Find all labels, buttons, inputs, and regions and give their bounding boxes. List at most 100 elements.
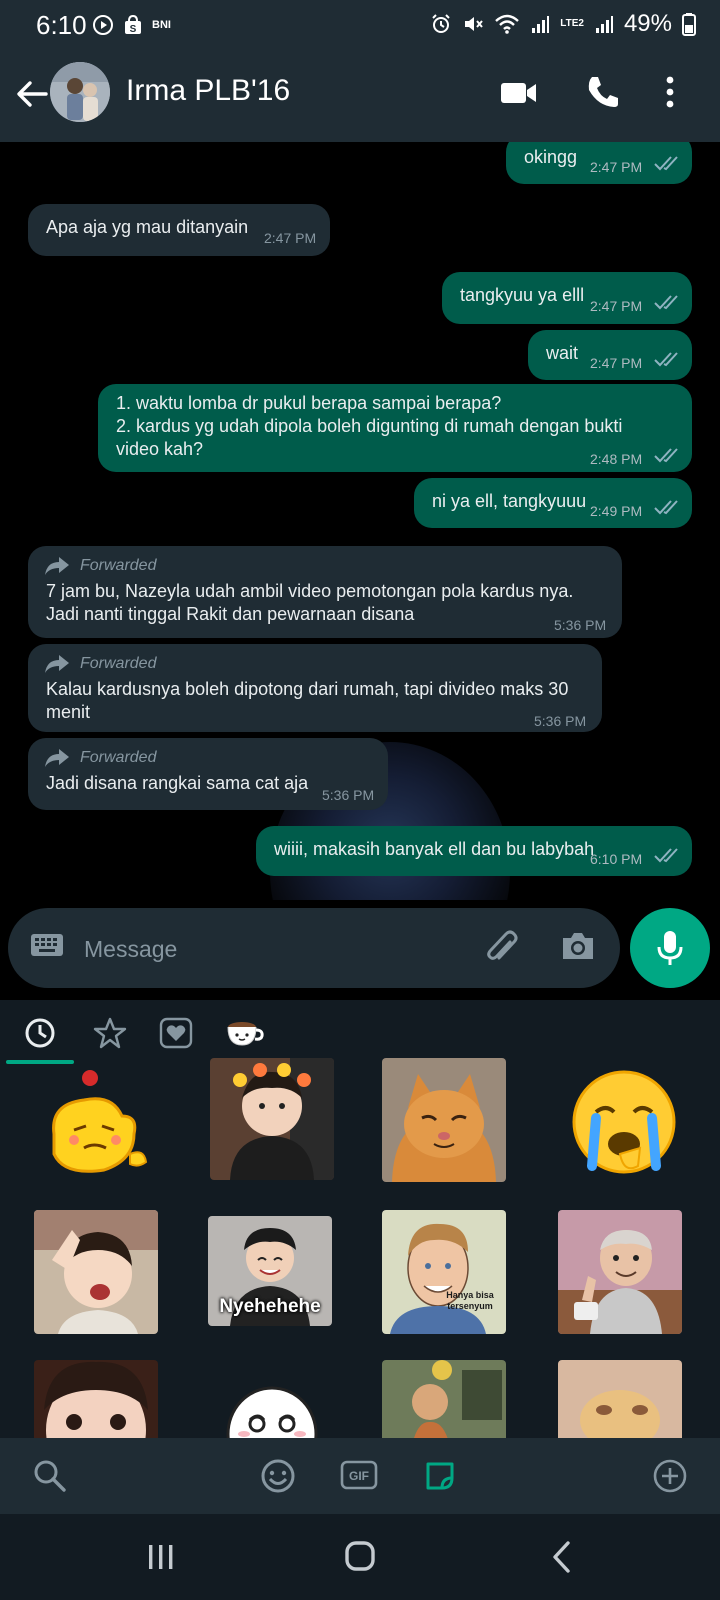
svg-text:GIF: GIF [349, 1469, 369, 1483]
alarm-icon [432, 14, 450, 33]
message-text: ni ya ell, tangkyuuu [432, 491, 587, 511]
read-ticks-icon [654, 156, 678, 171]
signal-icon-2 [595, 16, 613, 33]
outgoing-message[interactable]: okingg 2:47 PM [506, 142, 692, 184]
status-notification-icons: S BNI [92, 14, 171, 36]
message-time: 5:36 PM [322, 787, 375, 803]
back-nav-icon[interactable] [550, 1540, 574, 1574]
outgoing-message[interactable]: tangkyuu ya elll 2:47 PM [442, 272, 692, 324]
incoming-message[interactable]: Apa aja yg mau ditanyain 2:47 PM [28, 204, 330, 256]
microphone-icon [657, 931, 683, 965]
message-text: 7 jam bu, Nazeyla udah ambil video pemot… [46, 581, 579, 624]
outgoing-message[interactable]: wiiii, makasih banyak ell dan bu labybah… [256, 826, 692, 876]
sticker-man-laughing[interactable]: Nyehehehe [208, 1216, 332, 1326]
forwarded-label: Forwarded [44, 554, 156, 577]
sticker-blurred-animal[interactable] [558, 1360, 682, 1438]
shopping-bag-icon: S [125, 14, 141, 35]
forward-arrow-icon [45, 654, 69, 673]
sticker-white-blob-face[interactable] [210, 1360, 334, 1438]
sticker-people-scene[interactable] [382, 1360, 506, 1438]
mute-icon [465, 17, 484, 31]
sticker-panel: Nyehehehe Hanya bisa tersenyum [0, 1000, 720, 1438]
svg-text:S: S [130, 24, 137, 35]
message-text: okingg [524, 147, 578, 167]
bank-notification-label: BNI [152, 19, 171, 31]
message-time: 2:48 PM [590, 451, 643, 467]
message-time: 2:47 PM [590, 298, 643, 314]
incoming-forwarded-message[interactable]: Forwarded Kalau kardusnya boleh dipotong… [28, 644, 602, 732]
message-composer [8, 908, 620, 988]
outgoing-message[interactable]: ni ya ell, tangkyuuu 2:49 PM [414, 478, 692, 528]
add-icon[interactable] [652, 1458, 688, 1494]
coffee-cup-icon [227, 1022, 264, 1046]
sticker-orange-cat[interactable] [382, 1058, 506, 1182]
contact-name[interactable]: Irma PLB'16 [126, 74, 290, 108]
emoji-icon[interactable] [260, 1458, 296, 1494]
sticker-child-laughing[interactable] [34, 1210, 158, 1334]
message-text: wiiii, makasih banyak ell dan bu labybah [274, 839, 595, 859]
sticker-girl-closeup[interactable] [34, 1360, 158, 1438]
message-time: 2:49 PM [590, 503, 643, 519]
search-icon[interactable] [32, 1458, 68, 1494]
sticker-yellow-character[interactable] [34, 1064, 158, 1188]
sticker-caption-small: Hanya bisa tersenyum [446, 1290, 494, 1311]
wifi-icon [495, 14, 520, 34]
voice-call-icon[interactable] [586, 74, 620, 110]
message-text: Jadi disana rangkai sama cat aja [46, 773, 309, 793]
message-text: Kalau kardusnya boleh dipotong dari ruma… [46, 679, 574, 722]
tab-recent-stickers[interactable] [10, 1010, 70, 1056]
tab-favorite-stickers[interactable] [80, 1010, 140, 1056]
sticker-child-with-flowers[interactable] [210, 1058, 334, 1180]
back-arrow-icon[interactable] [12, 74, 52, 114]
message-text: tangkyuu ya elll [460, 285, 585, 305]
message-time: 2:47 PM [264, 230, 317, 246]
battery-icon [682, 13, 696, 36]
tab-heart-stickers[interactable] [146, 1010, 206, 1056]
forwarded-label: Forwarded [44, 746, 156, 769]
message-time: 5:36 PM [554, 617, 607, 633]
heart-icon [159, 1017, 193, 1049]
status-system-icons: LTE2 49% [430, 10, 696, 38]
video-call-icon[interactable] [500, 78, 538, 108]
read-ticks-icon [654, 500, 678, 515]
forwarded-label: Forwarded [44, 652, 156, 675]
battery-percent: 49% [623, 10, 672, 37]
signal-icon [532, 16, 550, 33]
gif-icon[interactable]: GIF [340, 1460, 378, 1490]
chat-area[interactable]: okingg 2:47 PM Apa aja yg mau ditanyain … [0, 142, 720, 900]
outgoing-message[interactable]: 1. waktu lomba dr pukul berapa sampai be… [98, 384, 692, 472]
message-text: Apa aja yg mau ditanyain [46, 217, 249, 237]
camera-icon[interactable] [560, 930, 596, 962]
forward-arrow-icon [45, 556, 69, 575]
forward-arrow-icon [45, 748, 69, 767]
message-time: 5:36 PM [534, 713, 587, 729]
message-text: 1. waktu lomba dr pukul berapa sampai be… [116, 393, 623, 459]
sticker-old-man-cartoon[interactable] [558, 1210, 682, 1334]
read-ticks-icon [654, 448, 678, 463]
read-ticks-icon [654, 848, 678, 863]
sticker-smiling-man-drawing[interactable]: Hanya bisa tersenyum [382, 1210, 506, 1334]
play-circle-icon [93, 15, 113, 35]
sticker-caption: Nyehehehe [219, 1296, 321, 1317]
network-type-label: LTE2 [560, 18, 584, 29]
attach-icon[interactable] [484, 928, 520, 968]
keyboard-icon[interactable] [30, 932, 64, 958]
tab-sticker-pack[interactable] [214, 1010, 274, 1056]
sticker-crying-emoji[interactable] [562, 1062, 686, 1186]
clock-icon [25, 1018, 55, 1048]
read-ticks-icon [654, 352, 678, 367]
incoming-forwarded-message[interactable]: Forwarded Jadi disana rangkai sama cat a… [28, 738, 388, 810]
sticker-tabs [0, 1000, 720, 1066]
voice-record-button[interactable] [630, 908, 710, 988]
more-options-icon[interactable] [666, 76, 674, 108]
contact-avatar[interactable] [50, 62, 110, 122]
message-time: 2:47 PM [590, 355, 643, 371]
incoming-forwarded-message[interactable]: Forwarded 7 jam bu, Nazeyla udah ambil v… [28, 546, 622, 638]
outgoing-message[interactable]: wait 2:47 PM [528, 330, 692, 380]
message-time: 6:10 PM [590, 851, 643, 867]
home-icon[interactable] [344, 1540, 376, 1572]
sticker-icon[interactable] [422, 1458, 458, 1494]
system-nav-bar [0, 1514, 720, 1600]
recent-apps-icon[interactable] [146, 1542, 176, 1572]
message-input[interactable] [82, 926, 466, 972]
